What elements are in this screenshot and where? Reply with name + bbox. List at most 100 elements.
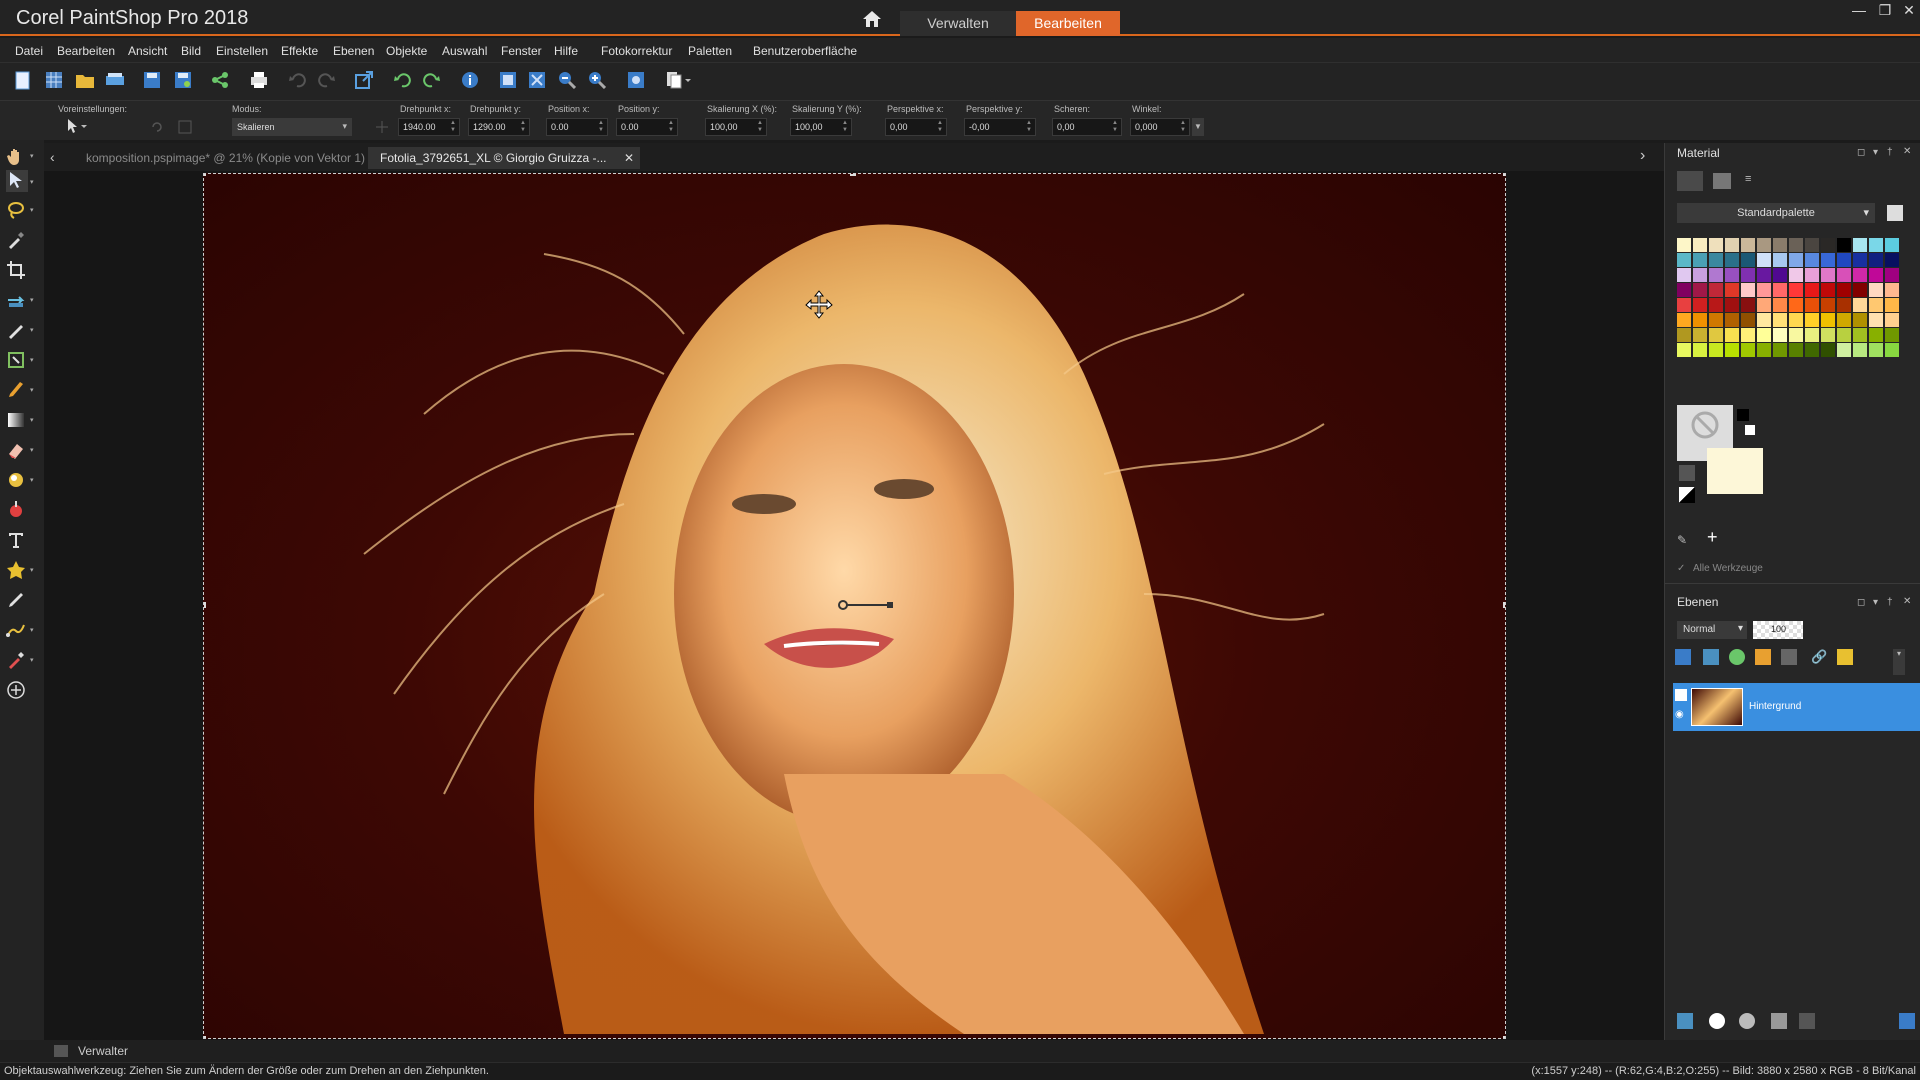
flyout-arrow-icon[interactable]: ▾ bbox=[30, 386, 38, 394]
menu-fenster[interactable]: Fenster bbox=[501, 44, 542, 58]
color-swatch[interactable] bbox=[1741, 238, 1755, 252]
color-swatch[interactable] bbox=[1709, 238, 1723, 252]
color-swatch[interactable] bbox=[1821, 253, 1835, 267]
tab-bearbeiten[interactable]: Bearbeiten bbox=[1016, 11, 1120, 36]
color-swatch[interactable] bbox=[1789, 238, 1803, 252]
color-swatch[interactable] bbox=[1837, 268, 1851, 282]
add-swatch-icon[interactable]: + bbox=[1707, 528, 1723, 546]
color-swatch[interactable] bbox=[1805, 343, 1819, 357]
color-swatch[interactable] bbox=[1805, 283, 1819, 297]
color-swatch[interactable] bbox=[1693, 268, 1707, 282]
color-swatch[interactable] bbox=[1805, 328, 1819, 342]
color-swatch[interactable] bbox=[1709, 343, 1723, 357]
new-vector-layer-icon[interactable] bbox=[1703, 649, 1719, 665]
flyout-arrow-icon[interactable]: ▾ bbox=[30, 476, 38, 484]
pos-y-input[interactable]: 0.00 ▲ ▼ bbox=[616, 118, 678, 136]
color-swatch[interactable] bbox=[1821, 343, 1835, 357]
color-swatch[interactable] bbox=[1773, 298, 1787, 312]
color-swatch[interactable] bbox=[1885, 298, 1899, 312]
menu-bild[interactable]: Bild bbox=[181, 44, 201, 58]
bg-color-chip[interactable] bbox=[1745, 425, 1755, 435]
color-swatch[interactable] bbox=[1885, 328, 1899, 342]
straighten-icon[interactable] bbox=[6, 290, 28, 312]
color-swatch[interactable] bbox=[1693, 283, 1707, 297]
color-swatch[interactable] bbox=[1853, 283, 1867, 297]
color-swatch[interactable] bbox=[1837, 283, 1851, 297]
arrange-icon[interactable] bbox=[666, 71, 691, 91]
color-swatch[interactable] bbox=[1677, 313, 1691, 327]
mask-mode-icon[interactable] bbox=[1739, 1013, 1755, 1029]
pan-hand-icon[interactable] bbox=[6, 146, 28, 168]
panel-float-icon[interactable]: ◻ bbox=[1857, 597, 1865, 608]
color-swatch[interactable] bbox=[1693, 313, 1707, 327]
swatch-view-icon[interactable] bbox=[1677, 171, 1703, 191]
doc-tab-komposition[interactable]: komposition.pspimage* @ 21% (Kopie von V… bbox=[74, 147, 404, 169]
color-swatch[interactable] bbox=[1789, 343, 1803, 357]
scanner-icon[interactable] bbox=[105, 71, 125, 91]
color-swatch[interactable] bbox=[1741, 343, 1755, 357]
resize-handle[interactable] bbox=[1503, 174, 1505, 176]
color-swatch[interactable] bbox=[1789, 283, 1803, 297]
spin-arrows-icon[interactable]: ▲ ▼ bbox=[1026, 120, 1034, 134]
redo-icon[interactable] bbox=[423, 71, 443, 91]
flyout-arrow-icon[interactable]: ▾ bbox=[30, 416, 38, 424]
color-swatch[interactable] bbox=[1837, 238, 1851, 252]
color-swatch[interactable] bbox=[1773, 238, 1787, 252]
color-swatch[interactable] bbox=[1821, 268, 1835, 282]
save-as-icon[interactable] bbox=[174, 71, 194, 91]
color-swatch[interactable] bbox=[1757, 268, 1771, 282]
spin-arrows-icon[interactable]: ▲ ▼ bbox=[757, 120, 765, 134]
color-swatch[interactable] bbox=[1677, 283, 1691, 297]
color-swatch[interactable] bbox=[1837, 253, 1851, 267]
color-swatch[interactable] bbox=[1869, 343, 1883, 357]
color-swatch[interactable] bbox=[1789, 253, 1803, 267]
resize-handle[interactable] bbox=[1503, 602, 1505, 608]
fit-image-icon[interactable] bbox=[528, 71, 548, 91]
color-swatch[interactable] bbox=[1725, 238, 1739, 252]
gradient-fill-icon[interactable] bbox=[6, 410, 28, 432]
flyout-arrow-icon[interactable]: ▾ bbox=[30, 656, 38, 664]
flyout-arrow-icon[interactable]: ▾ bbox=[30, 178, 38, 186]
dropper-tool-icon[interactable] bbox=[6, 650, 28, 672]
color-swatch[interactable] bbox=[1869, 283, 1883, 297]
spin-arrows-icon[interactable]: ▲ ▼ bbox=[598, 120, 606, 134]
color-swatch[interactable] bbox=[1885, 283, 1899, 297]
color-swatch[interactable] bbox=[1789, 328, 1803, 342]
persp-y-input[interactable]: -0,00 ▲ ▼ bbox=[964, 118, 1036, 136]
panel-close-icon[interactable]: ✕ bbox=[1903, 596, 1911, 607]
home-icon[interactable] bbox=[862, 10, 886, 32]
color-swatch[interactable] bbox=[1773, 313, 1787, 327]
color-swatch[interactable] bbox=[1821, 238, 1835, 252]
checkbox-icon[interactable]: ✓ bbox=[1677, 563, 1693, 577]
color-swatch[interactable] bbox=[1709, 253, 1723, 267]
swatch-grid[interactable] bbox=[1677, 238, 1909, 378]
swap-colors-icon[interactable] bbox=[1679, 465, 1695, 481]
menu-objekte[interactable]: Objekte bbox=[386, 44, 427, 58]
flyout-arrow-icon[interactable]: ▾ bbox=[30, 206, 38, 214]
save-icon[interactable] bbox=[143, 71, 163, 91]
color-swatch[interactable] bbox=[1805, 268, 1819, 282]
tab-scroll-right-icon[interactable]: › bbox=[1640, 147, 1645, 165]
color-swatch[interactable] bbox=[1693, 238, 1707, 252]
shear-input[interactable]: 0,00 ▲ ▼ bbox=[1052, 118, 1122, 136]
undo-disabled-icon[interactable] bbox=[288, 71, 308, 91]
eraser-icon[interactable] bbox=[6, 440, 28, 462]
color-swatch[interactable] bbox=[1837, 298, 1851, 312]
color-swatch[interactable] bbox=[1885, 343, 1899, 357]
panel-close-icon[interactable]: ✕ bbox=[1903, 146, 1911, 157]
color-swatch[interactable] bbox=[1741, 298, 1755, 312]
color-swatch[interactable] bbox=[1757, 283, 1771, 297]
color-swatch[interactable] bbox=[1757, 253, 1771, 267]
color-swatch[interactable] bbox=[1709, 313, 1723, 327]
pick-tool-icon[interactable] bbox=[6, 170, 28, 192]
color-swatch[interactable] bbox=[1773, 343, 1787, 357]
align-icon[interactable] bbox=[178, 120, 192, 134]
color-swatch[interactable] bbox=[1853, 268, 1867, 282]
color-swatch[interactable] bbox=[1741, 268, 1755, 282]
color-swatch[interactable] bbox=[1837, 343, 1851, 357]
paint-brush-icon[interactable] bbox=[6, 380, 28, 402]
menu-fotokorrektur[interactable]: Fotokorrektur bbox=[601, 44, 672, 58]
close-icon[interactable]: ✕ bbox=[1898, 2, 1920, 20]
resize-handle[interactable] bbox=[850, 174, 856, 176]
spin-arrows-icon[interactable]: ▲ ▼ bbox=[937, 120, 945, 134]
